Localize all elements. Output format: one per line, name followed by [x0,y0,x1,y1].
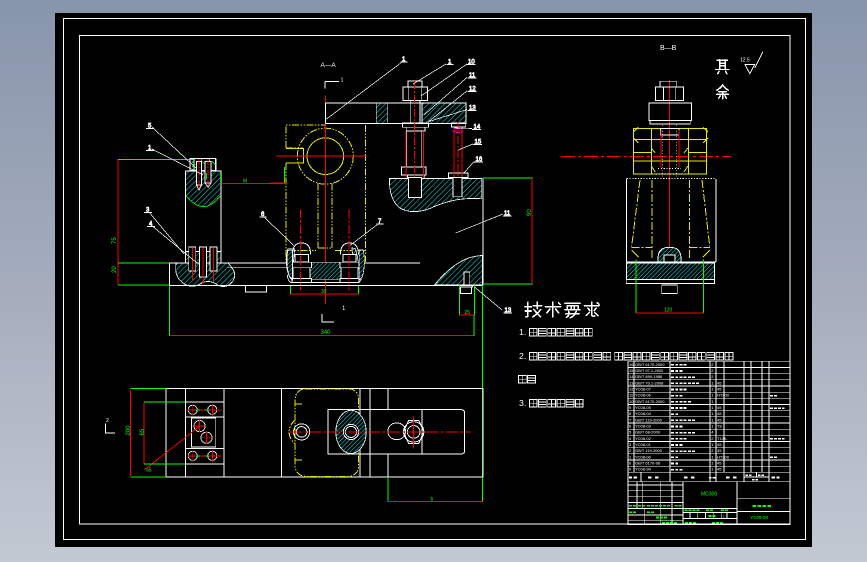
svg-text:YC08-90: YC08-90 [635,467,652,472]
svg-text:45: 45 [717,460,722,465]
svg-text:45: 45 [717,417,722,422]
svg-text:20: 20 [112,266,118,273]
svg-text:45: 45 [717,411,722,416]
svg-text:A—A: A—A [321,62,337,69]
svg-text:3.: 3. [519,398,526,408]
svg-text:340: 340 [321,330,332,336]
svg-text:GB/T 97.1-2002: GB/T 97.1-2002 [635,368,664,373]
svg-text:T10A: T10A [717,436,727,441]
svg-text:12.5: 12.5 [740,58,750,64]
svg-text:30: 30 [321,289,327,295]
svg-text:T8: T8 [717,423,722,428]
svg-text:2: 2 [106,418,109,424]
svg-text:B—B: B—B [660,45,677,52]
svg-text:1.: 1. [519,327,526,337]
svg-text:45: 45 [717,442,722,447]
svg-text:45: 45 [717,467,722,472]
svg-text:YC08-06: YC08-06 [635,393,652,398]
svg-text:YC08-01: YC08-01 [635,442,652,447]
svg-text:HT200: HT200 [717,454,730,459]
svg-text:YC08-05: YC08-05 [635,405,652,410]
svg-text:GB/T 899-1988: GB/T 899-1988 [635,374,663,379]
svg-text:GB/T 6170-2000: GB/T 6170-2000 [635,399,665,404]
svg-text:YC08-00: YC08-00 [635,454,652,459]
svg-text:GB/T 68-2000: GB/T 68-2000 [635,430,661,435]
svg-text:YC08-07: YC08-07 [635,386,652,391]
svg-text:YC08-04: YC08-04 [635,411,652,416]
svg-text:14: 14 [629,374,634,379]
svg-text:YC08-02: YC08-02 [635,436,652,441]
svg-text:GB/T 119-2000: GB/T 119-2000 [635,417,663,422]
svg-text:75: 75 [112,237,118,244]
svg-text:13: 13 [629,380,634,385]
svg-text:GB/T 70.1-2008: GB/T 70.1-2008 [635,380,664,385]
svg-text:45: 45 [717,405,722,410]
svg-text:b: b [431,496,434,502]
svg-text:1: 1 [341,78,344,84]
svg-text:12: 12 [629,386,634,391]
svg-text:YC08-00: YC08-00 [750,515,769,520]
svg-text:45: 45 [717,386,722,391]
svg-text:HT200: HT200 [717,393,730,398]
svg-text:MC300: MC300 [701,492,717,498]
svg-text:a5: a5 [146,468,152,474]
svg-text:2.: 2. [519,351,526,361]
svg-text:M: M [243,179,247,185]
svg-text:1:1: 1:1 [722,514,728,519]
svg-text:GB/T 6170-96: GB/T 6170-96 [635,460,661,465]
svg-text:10: 10 [629,399,634,404]
svg-text:GB/T 6170-2000: GB/T 6170-2000 [635,362,665,367]
svg-text:65: 65 [140,428,146,435]
svg-text:90: 90 [527,209,533,216]
svg-text:35: 35 [717,448,722,453]
svg-text:120: 120 [664,308,673,314]
svg-text:16: 16 [629,362,634,367]
svg-text:15: 15 [629,368,634,373]
svg-text:YC08-03: YC08-03 [635,423,652,428]
svg-text:GB/T 119-2000: GB/T 119-2000 [635,448,663,453]
svg-text:45: 45 [717,380,722,385]
svg-text:200: 200 [126,425,132,436]
